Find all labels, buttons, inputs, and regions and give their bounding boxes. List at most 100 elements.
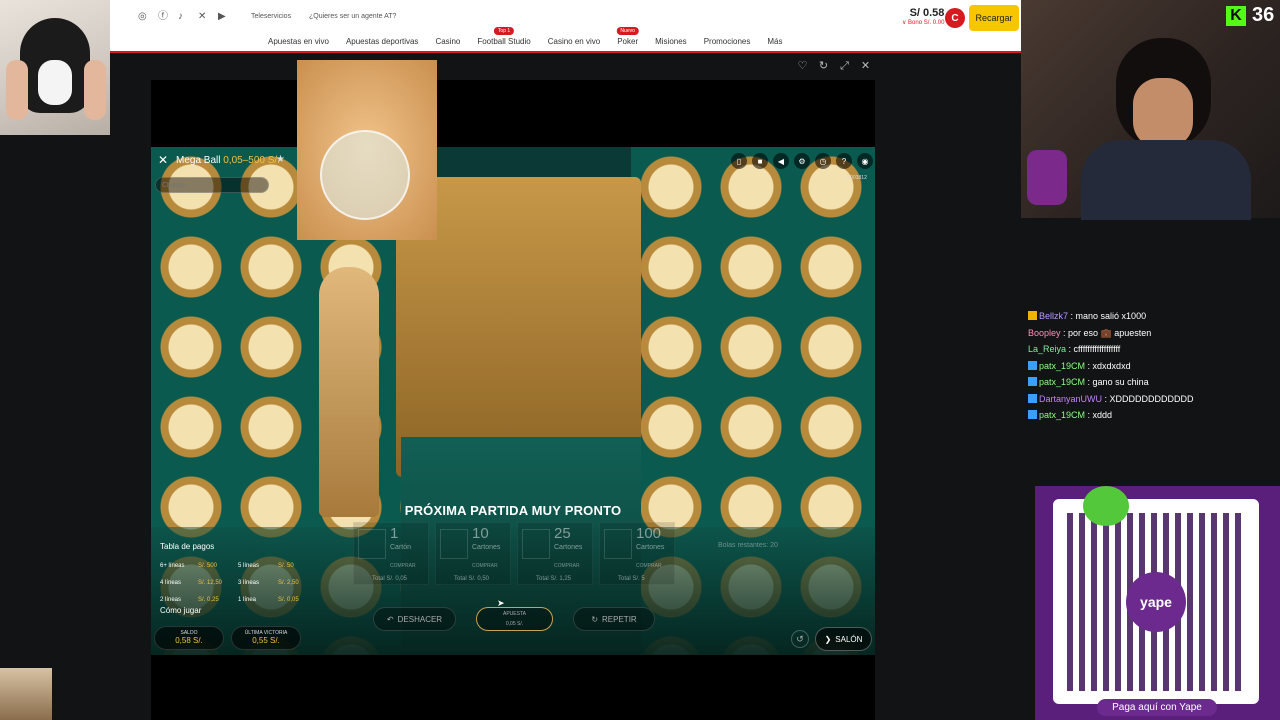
star-icon[interactable]: ★	[276, 154, 285, 165]
nav-item[interactable]: Más	[767, 37, 782, 46]
card-option[interactable]: 10 Cartones COMPRAR Total S/. 0,50	[435, 522, 511, 585]
chat-separator: :	[1102, 393, 1110, 404]
nav-item[interactable]: Promociones	[704, 37, 751, 46]
streamer-body	[1081, 140, 1251, 220]
chat-separator: :	[1085, 377, 1093, 387]
chat-username[interactable]: patx_19CM	[1039, 361, 1085, 371]
card-total: Total S/. 0,50	[454, 576, 490, 582]
paytable-cell: 1 línea	[238, 597, 257, 603]
webcam-cat	[0, 0, 110, 135]
history-icon[interactable]: ◷	[815, 153, 831, 169]
chat-message: Bellzk7 : mano salió x1000	[1028, 308, 1278, 325]
avatar[interactable]: C	[945, 8, 965, 28]
card-option[interactable]: 100 Cartones COMPRAR Total S/. 5	[599, 522, 675, 585]
nav-item[interactable]: Poker Nuevo	[616, 27, 639, 46]
site-header: ◎ ⓕ ♪ ✕ ▶ Teleservicios ¿Quieres ser un …	[110, 0, 1021, 53]
card-buy: COMPRAR	[554, 563, 580, 569]
repeat-button[interactable]: ↻ REPETIR	[573, 607, 655, 631]
card-label: Cartones	[472, 544, 501, 551]
card-num: 10	[472, 525, 489, 542]
card-total: Total S/. 0,05	[372, 576, 408, 582]
chat-username[interactable]: La_Reiya	[1028, 344, 1066, 354]
help-icon[interactable]: ?	[836, 153, 852, 169]
nav-item[interactable]: Misiones	[655, 37, 687, 46]
game-chat-input[interactable]	[155, 177, 269, 193]
settings-icon[interactable]: ⚙	[794, 153, 810, 169]
teleservicios-link[interactable]: Teleservicios	[251, 13, 291, 20]
card-option[interactable]: 1 Cartón COMPRAR Total S/. 0,05	[353, 522, 429, 585]
facebook-icon[interactable]: ⓕ	[158, 12, 168, 22]
paytable-cell: S/. 12,50	[198, 580, 223, 586]
bet-stepper[interactable]: APUESTA 0,05 S/.	[476, 607, 553, 631]
balance-amount: S/ 0.58	[909, 7, 945, 19]
chat-text: por eso 💼 apuesten	[1068, 327, 1152, 338]
undo-button[interactable]: ↶ DESHACER	[373, 607, 456, 631]
x-icon[interactable]: ✕	[198, 12, 208, 22]
recargar-button[interactable]: Recargar	[969, 5, 1019, 31]
chat-text: cffffffffffffffffff	[1073, 344, 1121, 354]
chat-badge-icon	[1028, 360, 1037, 370]
nav-item[interactable]: Football Studio Top 1	[477, 27, 531, 46]
game-name: Mega Ball	[176, 155, 221, 166]
next-round-banner: PRÓXIMA PARTIDA MUY PRONTO	[404, 503, 622, 518]
paytable-cell: S/. 2,50	[278, 580, 299, 586]
game-title: Mega Ball 0,05–500 S/.	[176, 155, 280, 166]
webcam-small	[0, 668, 52, 720]
game-close-icon[interactable]: ✕	[156, 153, 170, 167]
youtube-icon[interactable]: ▶	[218, 12, 228, 22]
paytable-cell: 3 líneas	[238, 580, 260, 586]
hand-right	[84, 60, 106, 120]
nav-item[interactable]: Apuestas deportivas	[346, 37, 419, 46]
nav-item[interactable]: Casino	[435, 37, 460, 46]
ball-drum	[320, 130, 410, 220]
bono-amount[interactable]: ∨ Bono S/. 0.00	[902, 19, 944, 26]
nav-item[interactable]: Apuestas en vivo	[268, 37, 329, 46]
chat-username[interactable]: DartanyanUWU	[1039, 394, 1102, 404]
card-option[interactable]: 25 Cartones COMPRAR Total S/. 1,25	[517, 522, 593, 585]
repeat-icon: ↻	[591, 614, 599, 624]
phone-icon[interactable]: ▯	[731, 153, 747, 169]
chat-separator: :	[1068, 311, 1076, 321]
chat-message: La_Reiya : cffffffffffffffffff	[1028, 341, 1278, 358]
chat-message: DartanyanUWU : XDDDDDDDDDDDD	[1028, 391, 1278, 408]
instagram-icon[interactable]: ◎	[138, 12, 148, 22]
chat-username[interactable]: Boopley	[1028, 328, 1061, 338]
favorite-icon[interactable]: ♡	[797, 61, 808, 72]
refresh-icon[interactable]: ↻	[818, 61, 829, 72]
how-to-play-link[interactable]: Cómo jugar	[160, 606, 201, 615]
saldo-value: 0,58 S/.	[175, 636, 203, 645]
microphone	[1027, 150, 1067, 205]
emote-icon	[1083, 486, 1129, 526]
chat-separator: :	[1060, 327, 1069, 338]
nav-item[interactable]: Casino en vivo	[548, 37, 600, 46]
chat-username[interactable]: Bellzk7	[1039, 311, 1068, 321]
chat-message: Boopley : por eso 💼 apuesten	[1028, 325, 1278, 342]
card-icon	[522, 529, 550, 559]
paytable-cell: S/. 0,05	[278, 597, 299, 603]
card-buy: COMPRAR	[636, 563, 662, 569]
bet-range: 0,05–500 S/.	[223, 155, 280, 166]
volume-icon[interactable]: ◀	[773, 153, 789, 169]
reload-icon[interactable]: ↺	[791, 630, 809, 648]
chat-text: gano su china	[1092, 377, 1149, 387]
bet-label: APUESTA	[503, 611, 526, 617]
lobby-icon[interactable]: ◉	[857, 153, 873, 169]
chat-separator: :	[1085, 360, 1093, 371]
fullscreen-icon[interactable]: ⤢	[839, 61, 850, 72]
chat-badge-icon	[1028, 311, 1037, 320]
chat-username[interactable]: patx_19CM	[1039, 377, 1085, 387]
lobby-button[interactable]: ❯ SALÓN	[815, 627, 872, 651]
paytable: 6+ líneas S/. 500 5 líneas S/. 50 4 líneas S/…	[160, 563, 302, 603]
close-icon[interactable]: ✕	[860, 61, 871, 72]
social-links: ◎ ⓕ ♪ ✕ ▶	[138, 12, 228, 22]
agent-link[interactable]: ¿Quieres ser un agente AT?	[309, 13, 396, 20]
chat-text: XDDDDDDDDDDDD	[1109, 393, 1194, 404]
tiktok-icon[interactable]: ♪	[178, 12, 188, 22]
video-icon[interactable]: ■	[752, 153, 768, 169]
chat-badge-icon	[1028, 377, 1037, 386]
balance-pill: SALDO 0,58 S/.	[154, 626, 224, 650]
chat-username[interactable]: patx_19CM	[1039, 410, 1085, 420]
card-num: 25	[554, 525, 571, 542]
paytable-cell: S/. 500	[198, 563, 218, 569]
card-buy: COMPRAR	[390, 563, 416, 569]
